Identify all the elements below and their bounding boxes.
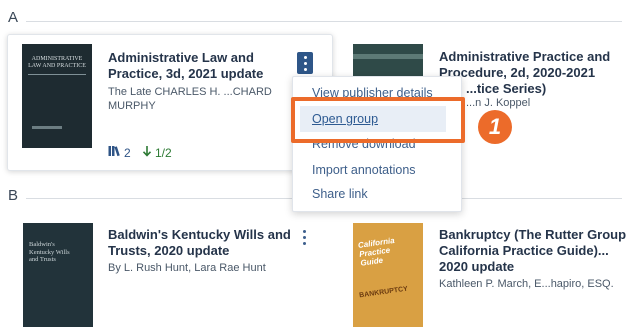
more-options-icon[interactable]	[296, 226, 312, 248]
book-author-line-1: The Late CHARLES H. ...CHARD	[108, 86, 272, 98]
cover-rule	[28, 74, 86, 75]
book-cover-baldwins[interactable]: Baldwin's Kentucky Wills and Trusts	[23, 223, 93, 327]
section-letter-b: B	[8, 187, 19, 204]
book-author-admin-practice: ...n J. Koppel	[466, 97, 531, 109]
more-options-icon[interactable]	[297, 52, 313, 74]
section-a-divider	[26, 21, 622, 22]
book-title-line-1[interactable]: Administrative Law and	[108, 50, 254, 67]
book-title-line-2[interactable]: Practice, 3d, 2021 update	[108, 66, 263, 83]
book-title-admin-practice-line-1[interactable]: Administrative Practice and	[439, 49, 610, 66]
download-progress: 1/2	[142, 145, 172, 160]
book-author-line-2: MURPHY	[108, 100, 156, 112]
cover-title-text: Baldwin's Kentucky Wills and Trusts	[29, 241, 70, 263]
book-card-admin-law[interactable]: ADMINISTRATIVE LAW AND PRACTICE Administ…	[7, 34, 333, 171]
book-title-bankruptcy-line-1[interactable]: Bankruptcy (The Rutter Group	[439, 227, 626, 244]
book-title-baldwins-line-1[interactable]: Baldwin's Kentucky Wills and	[108, 227, 291, 244]
callout-number-badge: 1	[478, 110, 512, 144]
book-author-bankruptcy: Kathleen P. March, E...hapiro, ESQ.	[439, 278, 614, 290]
cover-title-text: California Practice Guide	[357, 235, 396, 268]
volumes-count: 2	[108, 145, 131, 160]
book-title-bankruptcy-line-2[interactable]: California Practice Guide)...	[439, 243, 609, 260]
download-arrow-icon	[142, 145, 152, 160]
callout-highlight-box	[291, 97, 465, 143]
cover-subtitle-text: BANKRUPTCY	[358, 285, 409, 300]
menu-item-share-link[interactable]: Share link	[312, 187, 368, 201]
book-cover-bankruptcy[interactable]: California Practice Guide BANKRUPTCY	[353, 223, 423, 327]
book-title-admin-practice-line-2[interactable]: Procedure, 2d, 2020-2021	[439, 65, 595, 82]
menu-item-import-annotations[interactable]: Import annotations	[312, 163, 416, 177]
volumes-count-value: 2	[124, 145, 131, 160]
book-cover-admin-law[interactable]: ADMINISTRATIVE LAW AND PRACTICE	[22, 44, 92, 148]
cover-publisher-mark	[32, 126, 62, 129]
book-title-baldwins-line-2[interactable]: Trusts, 2020 update	[108, 243, 229, 260]
section-letter-a: A	[8, 9, 19, 26]
cover-title-text: ADMINISTRATIVE LAW AND PRACTICE	[28, 56, 86, 69]
book-title-bankruptcy-line-3[interactable]: 2020 update	[439, 259, 514, 276]
cover-band	[353, 54, 423, 59]
books-stack-icon	[108, 145, 121, 160]
book-author-baldwins: By L. Rush Hunt, Lara Rae Hunt	[108, 262, 266, 274]
download-progress-value: 1/2	[155, 145, 172, 160]
